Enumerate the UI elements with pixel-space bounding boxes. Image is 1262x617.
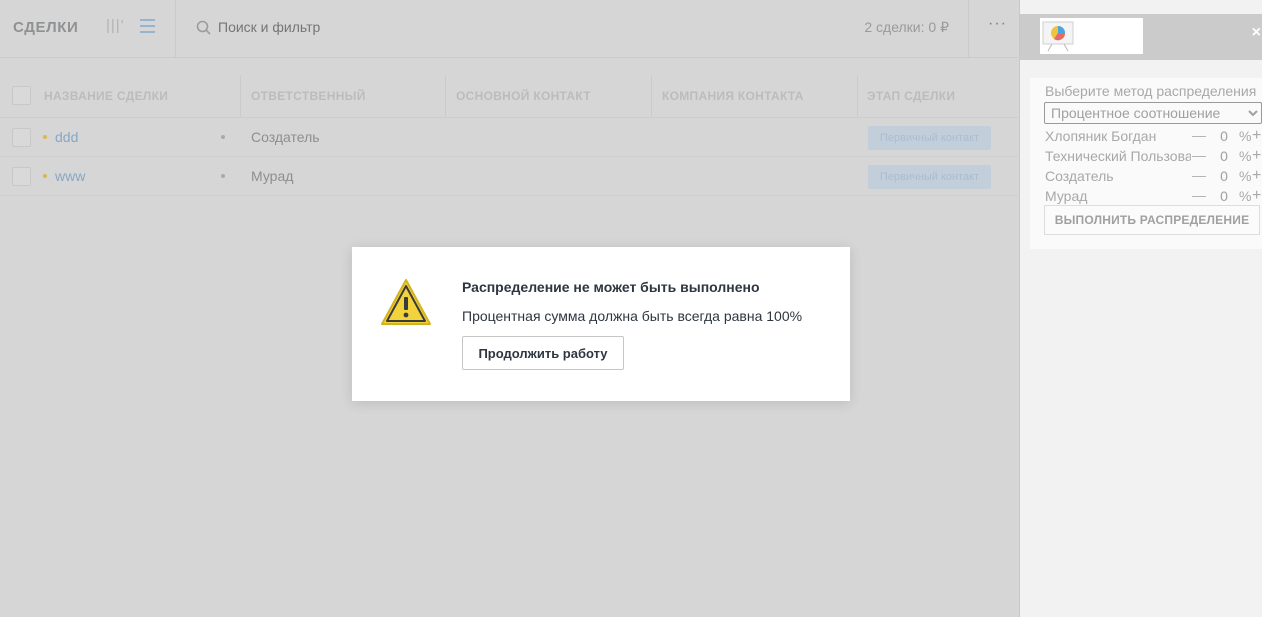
user-name: Хлопяник Богдан (1045, 128, 1157, 144)
percent-input[interactable] (1212, 148, 1236, 164)
search-icon (196, 20, 212, 41)
column-header[interactable]: ОТВЕТСТВЕННЫЙ (251, 89, 366, 103)
widget-logo (1040, 18, 1143, 54)
top-bar: СДЕЛКИ |||' 2 сделки: 0 ₽ ··· (0, 0, 1018, 58)
row-checkbox[interactable] (12, 128, 31, 147)
search-input[interactable] (218, 19, 618, 35)
responsible-cell: Создатель (251, 129, 320, 145)
continue-button[interactable]: Продолжить работу (462, 336, 624, 370)
deal-name-link[interactable]: www (55, 168, 85, 184)
deals-summary: 2 сделки: 0 ₽ (864, 19, 949, 35)
user-name: Технический Пользователь (1045, 148, 1191, 164)
more-options-icon[interactable]: ··· (988, 15, 1007, 33)
modal-message: Процентная сумма должна быть всегда равн… (462, 308, 803, 324)
percent-sign: % (1239, 188, 1252, 204)
percent-sign: % (1239, 168, 1252, 184)
status-dot (221, 174, 225, 178)
column-header[interactable]: КОМПАНИЯ КОНТАКТА (662, 89, 804, 103)
list-view-icon[interactable] (140, 19, 155, 37)
increment-button[interactable]: + (1252, 147, 1261, 165)
error-modal: Распределение не может быть выполнено Пр… (352, 247, 850, 401)
decrement-button[interactable]: — (1192, 187, 1206, 203)
user-row: Мурад — % + (1045, 187, 1262, 207)
user-name: Мурад (1045, 188, 1088, 204)
divider (175, 0, 176, 57)
stage-badge: Первичный контакт (868, 126, 991, 150)
status-dot (43, 135, 47, 139)
divider (968, 0, 969, 57)
increment-button[interactable]: + (1252, 187, 1261, 205)
table-row[interactable]: ddd Создатель Первичный контакт (0, 118, 1018, 157)
user-row: Технический Пользователь — % + (1045, 147, 1262, 167)
column-divider (240, 75, 241, 117)
status-dot (43, 174, 47, 178)
distribution-side-panel: × Выберите метод распределения Процентно… (1019, 0, 1262, 617)
row-checkbox[interactable] (12, 167, 31, 186)
decrement-button[interactable]: — (1192, 127, 1206, 143)
user-row: Создатель — % + (1045, 167, 1262, 187)
warning-triangle-icon (380, 278, 432, 331)
responsible-cell: Мурад (251, 168, 294, 184)
select-all-checkbox[interactable] (12, 86, 31, 105)
distribution-form: Выберите метод распределения Процентное … (1030, 78, 1262, 249)
column-header[interactable]: НАЗВАНИЕ СДЕЛКИ (44, 89, 168, 103)
column-header[interactable]: ОСНОВНОЙ КОНТАКТ (456, 89, 591, 103)
table-header: НАЗВАНИЕ СДЕЛКИ ОТВЕТСТВЕННЫЙ ОСНОВНОЙ К… (0, 75, 1018, 118)
column-divider (445, 75, 446, 117)
method-select[interactable]: Процентное соотношение (1044, 102, 1262, 124)
column-divider (651, 75, 652, 117)
pipeline-view-icon[interactable]: |||' (106, 17, 125, 34)
decrement-button[interactable]: — (1192, 147, 1206, 163)
percent-input[interactable] (1212, 128, 1236, 144)
column-header[interactable]: ЭТАП СДЕЛКИ (867, 89, 955, 103)
status-dot (221, 135, 225, 139)
modal-title: Распределение не может быть выполнено (462, 279, 760, 295)
page-title: СДЕЛКИ (13, 19, 79, 36)
percent-sign: % (1239, 148, 1252, 164)
column-divider (857, 75, 858, 117)
close-icon[interactable]: × (1252, 24, 1261, 42)
deal-name-link[interactable]: ddd (55, 129, 78, 145)
table-row[interactable]: www Мурад Первичный контакт (0, 157, 1018, 196)
run-distribution-button[interactable]: ВЫПОЛНИТЬ РАСПРЕДЕЛЕНИЕ (1044, 205, 1260, 235)
stage-badge: Первичный контакт (868, 165, 991, 189)
percent-sign: % (1239, 128, 1252, 144)
panel-header: × (1020, 14, 1262, 60)
method-label: Выберите метод распределения (1045, 83, 1257, 99)
increment-button[interactable]: + (1252, 127, 1261, 145)
percent-input[interactable] (1212, 168, 1236, 184)
percent-input[interactable] (1212, 188, 1236, 204)
decrement-button[interactable]: — (1192, 167, 1206, 183)
user-row: Хлопяник Богдан — % + (1045, 127, 1262, 147)
user-name: Создатель (1045, 168, 1114, 184)
increment-button[interactable]: + (1252, 167, 1261, 185)
